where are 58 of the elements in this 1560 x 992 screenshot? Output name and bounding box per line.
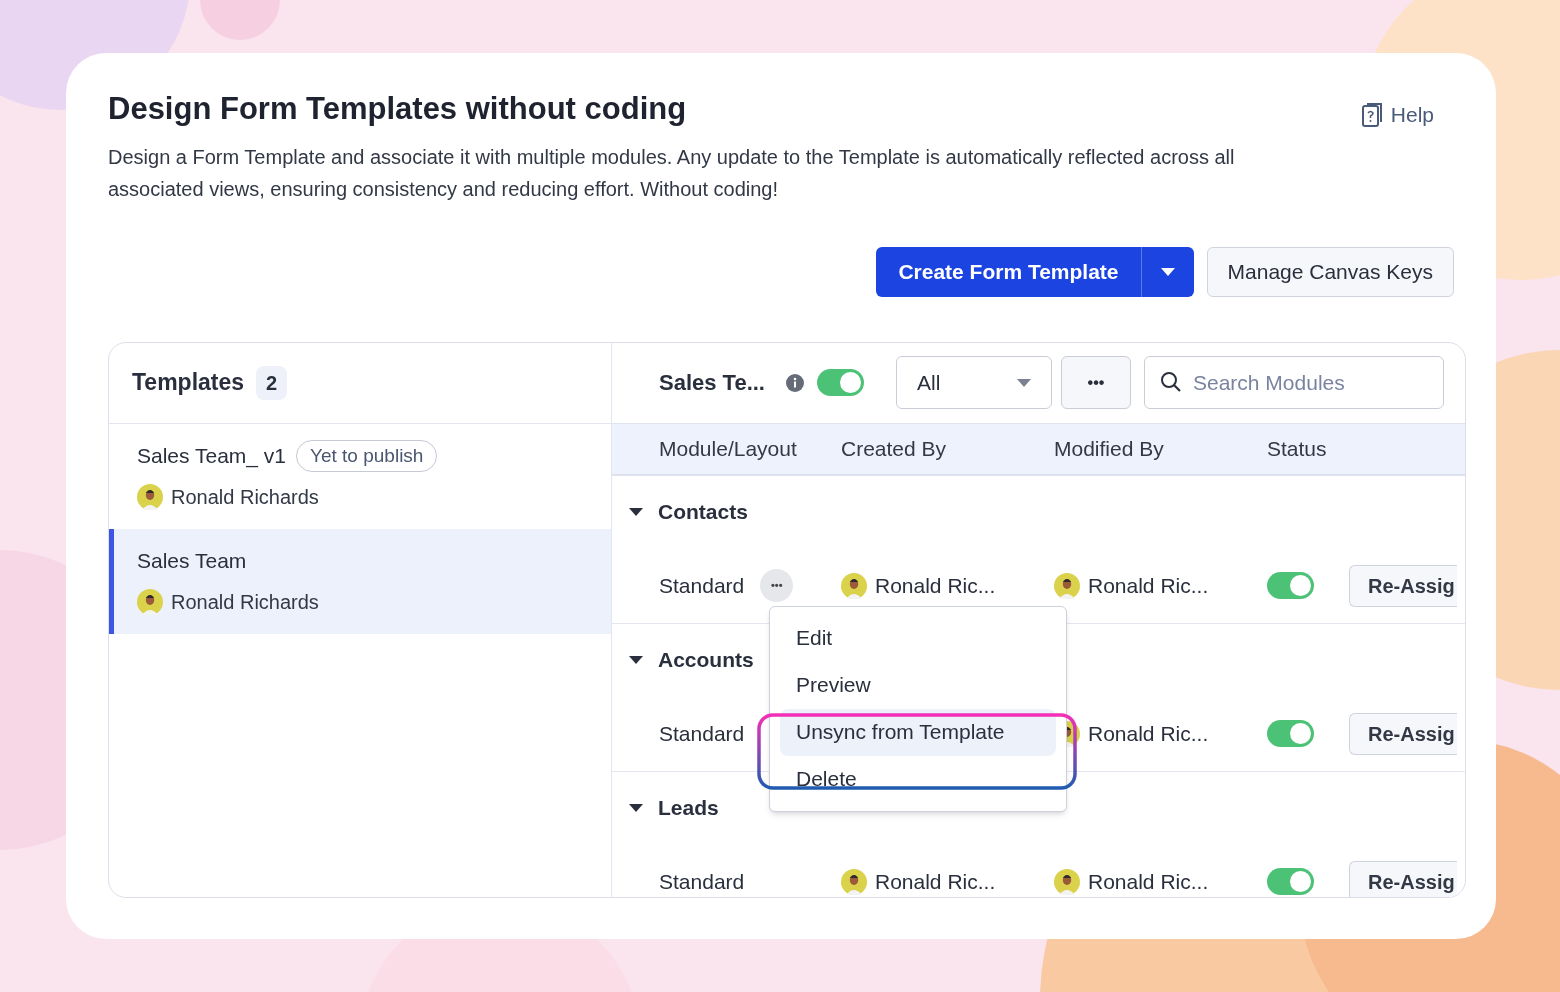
templates-heading: Templates bbox=[132, 368, 245, 398]
modifier-name: Ronald Ric... bbox=[1088, 868, 1209, 895]
template-item[interactable]: Sales Team Ronald Richards bbox=[109, 528, 611, 634]
layout-name: Standard bbox=[659, 572, 745, 599]
owner-name: Ronald Richards bbox=[171, 485, 319, 511]
toggle-switch[interactable] bbox=[817, 369, 864, 396]
templates-count: 2 bbox=[256, 365, 288, 400]
column-header: Status bbox=[1267, 435, 1327, 462]
template-title: Sales Te... bbox=[659, 369, 765, 397]
creator-name: Ronald Ric... bbox=[875, 868, 996, 895]
column-header: Module/Layout bbox=[659, 435, 798, 462]
avatar-icon bbox=[1054, 572, 1080, 599]
avatar-icon bbox=[841, 868, 867, 895]
layout-name: Standard bbox=[659, 720, 745, 747]
avatar-icon bbox=[841, 572, 867, 599]
avatar-icon bbox=[137, 588, 163, 615]
search-field[interactable]: Search Modules bbox=[1144, 356, 1444, 409]
toggle-switch[interactable] bbox=[1267, 720, 1314, 747]
page-title: Design Form Templates without coding bbox=[108, 93, 687, 124]
caret-icon[interactable] bbox=[628, 655, 644, 665]
page-description: Design a Form Template and associate it with multiple modules. Any update to the Template is automatically reflected across all associated views, ensuring consistency and reducing effort. Without coding! bbox=[108, 144, 1236, 202]
layout-name: Standard bbox=[659, 868, 745, 895]
info-icon[interactable] bbox=[785, 372, 805, 393]
caret-icon[interactable] bbox=[628, 507, 644, 517]
module-name: Contacts bbox=[658, 499, 748, 526]
create-form-template-button[interactable]: Create Form Template bbox=[876, 246, 1141, 297]
toggle-switch[interactable] bbox=[1267, 572, 1314, 599]
row-menu-button[interactable]: ••• bbox=[760, 569, 794, 602]
template-name: Sales Team bbox=[137, 548, 247, 575]
menu-item[interactable]: Preview bbox=[780, 661, 1056, 709]
menu-item[interactable]: Edit bbox=[780, 614, 1056, 662]
modifier-name: Ronald Ric... bbox=[1088, 572, 1209, 599]
filter-dropdown[interactable]: All bbox=[896, 356, 1052, 409]
template-name: Sales Team_ v1 bbox=[137, 443, 287, 470]
menu-item[interactable]: Unsync from Template bbox=[780, 708, 1056, 756]
reassign-button[interactable]: Re-Assig bbox=[1349, 564, 1457, 607]
help-link[interactable]: Help bbox=[1360, 99, 1434, 131]
creator-name: Ronald Ric... bbox=[875, 572, 996, 599]
reassign-button[interactable]: Re-Assig bbox=[1349, 860, 1457, 897]
column-header: Modified By bbox=[1054, 435, 1165, 462]
caret-icon bbox=[1160, 267, 1175, 276]
module-name: Leads bbox=[658, 795, 719, 822]
template-item[interactable]: Sales Team_ v1 Yet to publish Ronald Richards bbox=[109, 423, 611, 529]
manage-canvas-keys-button[interactable]: Manage Canvas Keys bbox=[1206, 246, 1454, 297]
caret-icon[interactable] bbox=[628, 803, 644, 813]
menu-item[interactable]: Delete bbox=[780, 755, 1056, 803]
modifier-name: Ronald Ric... bbox=[1088, 720, 1209, 747]
owner-name: Ronald Richards bbox=[171, 589, 319, 615]
help-document-icon bbox=[1360, 101, 1383, 128]
toggle-switch[interactable] bbox=[1267, 868, 1314, 895]
search-icon bbox=[1160, 371, 1182, 393]
module-name: Accounts bbox=[658, 647, 754, 674]
caret-icon bbox=[1017, 378, 1031, 387]
more-options-button[interactable]: ••• bbox=[1061, 356, 1131, 409]
avatar-icon bbox=[1054, 868, 1080, 895]
avatar-icon bbox=[137, 484, 163, 511]
column-header: Created By bbox=[841, 435, 948, 462]
reassign-button[interactable]: Re-Assig bbox=[1349, 712, 1457, 755]
